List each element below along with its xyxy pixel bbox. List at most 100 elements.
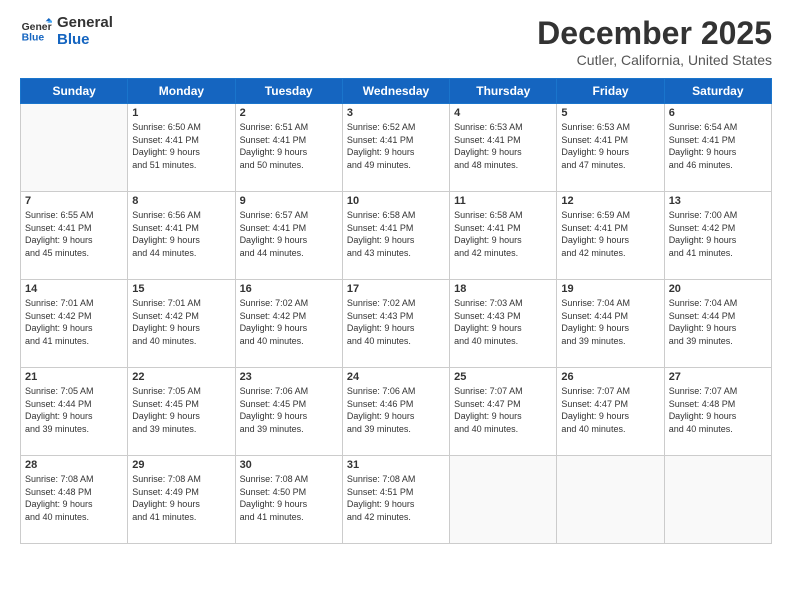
col-saturday: Saturday <box>664 79 771 104</box>
cell-info-line: Sunrise: 7:02 AM <box>347 297 445 310</box>
day-number: 3 <box>347 107 445 119</box>
cell-info-line: Sunset: 4:47 PM <box>454 398 552 411</box>
cell-info-line: Sunset: 4:51 PM <box>347 486 445 499</box>
cell-info-line: and 45 minutes. <box>25 247 123 260</box>
cell-info-line: and 40 minutes. <box>240 335 338 348</box>
day-number: 29 <box>132 459 230 471</box>
cell-info-line: Daylight: 9 hours <box>240 146 338 159</box>
cell-info-line: Sunset: 4:42 PM <box>240 310 338 323</box>
table-row: 18Sunrise: 7:03 AMSunset: 4:43 PMDayligh… <box>450 280 557 368</box>
table-row: 17Sunrise: 7:02 AMSunset: 4:43 PMDayligh… <box>342 280 449 368</box>
table-row: 16Sunrise: 7:02 AMSunset: 4:42 PMDayligh… <box>235 280 342 368</box>
table-row: 6Sunrise: 6:54 AMSunset: 4:41 PMDaylight… <box>664 104 771 192</box>
cell-info-line: Daylight: 9 hours <box>347 234 445 247</box>
table-row: 19Sunrise: 7:04 AMSunset: 4:44 PMDayligh… <box>557 280 664 368</box>
svg-text:General: General <box>22 22 52 33</box>
day-number: 21 <box>25 371 123 383</box>
cell-info-line: Daylight: 9 hours <box>25 234 123 247</box>
table-row: 13Sunrise: 7:00 AMSunset: 4:42 PMDayligh… <box>664 192 771 280</box>
cell-info-line: Daylight: 9 hours <box>132 498 230 511</box>
cell-info-line: Daylight: 9 hours <box>454 234 552 247</box>
cell-info-line: Sunset: 4:44 PM <box>25 398 123 411</box>
cell-info-line: Sunrise: 6:54 AM <box>669 121 767 134</box>
day-number: 10 <box>347 195 445 207</box>
cell-info-line: Daylight: 9 hours <box>240 322 338 335</box>
table-row <box>557 456 664 544</box>
cell-info-line: and 40 minutes. <box>669 423 767 436</box>
table-row: 21Sunrise: 7:05 AMSunset: 4:44 PMDayligh… <box>21 368 128 456</box>
cell-info-line: Sunset: 4:44 PM <box>669 310 767 323</box>
table-row: 25Sunrise: 7:07 AMSunset: 4:47 PMDayligh… <box>450 368 557 456</box>
day-number: 28 <box>25 459 123 471</box>
cell-info-line: and 41 minutes. <box>669 247 767 260</box>
cell-info-line: Daylight: 9 hours <box>347 498 445 511</box>
cell-info-line: Daylight: 9 hours <box>669 322 767 335</box>
cell-info-line: Sunset: 4:41 PM <box>347 222 445 235</box>
cell-info-line: Sunrise: 7:05 AM <box>25 385 123 398</box>
cell-info-line: Sunrise: 6:58 AM <box>454 209 552 222</box>
cell-info-line: Daylight: 9 hours <box>561 410 659 423</box>
cell-info-line: Sunrise: 7:06 AM <box>347 385 445 398</box>
table-row: 22Sunrise: 7:05 AMSunset: 4:45 PMDayligh… <box>128 368 235 456</box>
table-row <box>664 456 771 544</box>
cell-info-line: Sunset: 4:43 PM <box>347 310 445 323</box>
logo-icon: General Blue <box>20 18 52 46</box>
table-row: 9Sunrise: 6:57 AMSunset: 4:41 PMDaylight… <box>235 192 342 280</box>
cell-info-line: Sunrise: 7:08 AM <box>25 473 123 486</box>
day-number: 20 <box>669 283 767 295</box>
table-row: 14Sunrise: 7:01 AMSunset: 4:42 PMDayligh… <box>21 280 128 368</box>
cell-info-line: and 41 minutes. <box>132 511 230 524</box>
svg-text:Blue: Blue <box>22 32 45 43</box>
table-row: 29Sunrise: 7:08 AMSunset: 4:49 PMDayligh… <box>128 456 235 544</box>
cell-info-line: Daylight: 9 hours <box>132 322 230 335</box>
day-number: 5 <box>561 107 659 119</box>
table-row: 15Sunrise: 7:01 AMSunset: 4:42 PMDayligh… <box>128 280 235 368</box>
table-row <box>21 104 128 192</box>
cell-info-line: and 39 minutes. <box>240 423 338 436</box>
cell-info-line: and 40 minutes. <box>454 423 552 436</box>
cell-info-line: Sunset: 4:50 PM <box>240 486 338 499</box>
col-sunday: Sunday <box>21 79 128 104</box>
cell-info-line: Daylight: 9 hours <box>240 410 338 423</box>
cell-info-line: Daylight: 9 hours <box>669 146 767 159</box>
day-number: 15 <box>132 283 230 295</box>
month-title: December 2025 <box>537 15 772 52</box>
table-row: 3Sunrise: 6:52 AMSunset: 4:41 PMDaylight… <box>342 104 449 192</box>
cell-info-line: Sunset: 4:41 PM <box>132 134 230 147</box>
cell-info-line: Daylight: 9 hours <box>454 410 552 423</box>
day-number: 16 <box>240 283 338 295</box>
cell-info-line: Sunset: 4:44 PM <box>561 310 659 323</box>
day-number: 24 <box>347 371 445 383</box>
cell-info-line: Sunset: 4:41 PM <box>240 134 338 147</box>
cell-info-line: and 43 minutes. <box>347 247 445 260</box>
calendar-table: Sunday Monday Tuesday Wednesday Thursday… <box>20 78 772 544</box>
day-number: 6 <box>669 107 767 119</box>
table-row: 30Sunrise: 7:08 AMSunset: 4:50 PMDayligh… <box>235 456 342 544</box>
cell-info-line: Sunrise: 6:52 AM <box>347 121 445 134</box>
cell-info-line: and 41 minutes. <box>240 511 338 524</box>
cell-info-line: Sunrise: 6:57 AM <box>240 209 338 222</box>
cell-info-line: Sunrise: 6:51 AM <box>240 121 338 134</box>
cell-info-line: and 39 minutes. <box>132 423 230 436</box>
cell-info-line: Sunrise: 7:07 AM <box>454 385 552 398</box>
cell-info-line: Sunrise: 7:08 AM <box>132 473 230 486</box>
table-row: 4Sunrise: 6:53 AMSunset: 4:41 PMDaylight… <box>450 104 557 192</box>
cell-info-line: Sunset: 4:41 PM <box>561 222 659 235</box>
cell-info-line: Sunrise: 6:53 AM <box>561 121 659 134</box>
table-row: 10 Sunrise: 6:58 AMSunset: 4:41 PMDayligh… <box>342 192 449 280</box>
cell-info-line: Sunrise: 6:58 AM <box>347 209 445 222</box>
cell-info-line: Sunrise: 6:50 AM <box>132 121 230 134</box>
day-number: 11 <box>454 195 552 207</box>
cell-info-line: Daylight: 9 hours <box>347 322 445 335</box>
day-number: 8 <box>132 195 230 207</box>
cell-info-line: Sunrise: 7:01 AM <box>132 297 230 310</box>
cell-info-line: Sunrise: 7:06 AM <box>240 385 338 398</box>
cell-info-line: and 40 minutes. <box>132 335 230 348</box>
col-friday: Friday <box>557 79 664 104</box>
cell-info-line: Sunrise: 7:04 AM <box>561 297 659 310</box>
cell-info-line: and 39 minutes. <box>347 423 445 436</box>
cell-info-line: Daylight: 9 hours <box>240 234 338 247</box>
table-row: 12Sunrise: 6:59 AMSunset: 4:41 PMDayligh… <box>557 192 664 280</box>
cell-info-line: Sunset: 4:41 PM <box>240 222 338 235</box>
cell-info-line: Daylight: 9 hours <box>132 234 230 247</box>
